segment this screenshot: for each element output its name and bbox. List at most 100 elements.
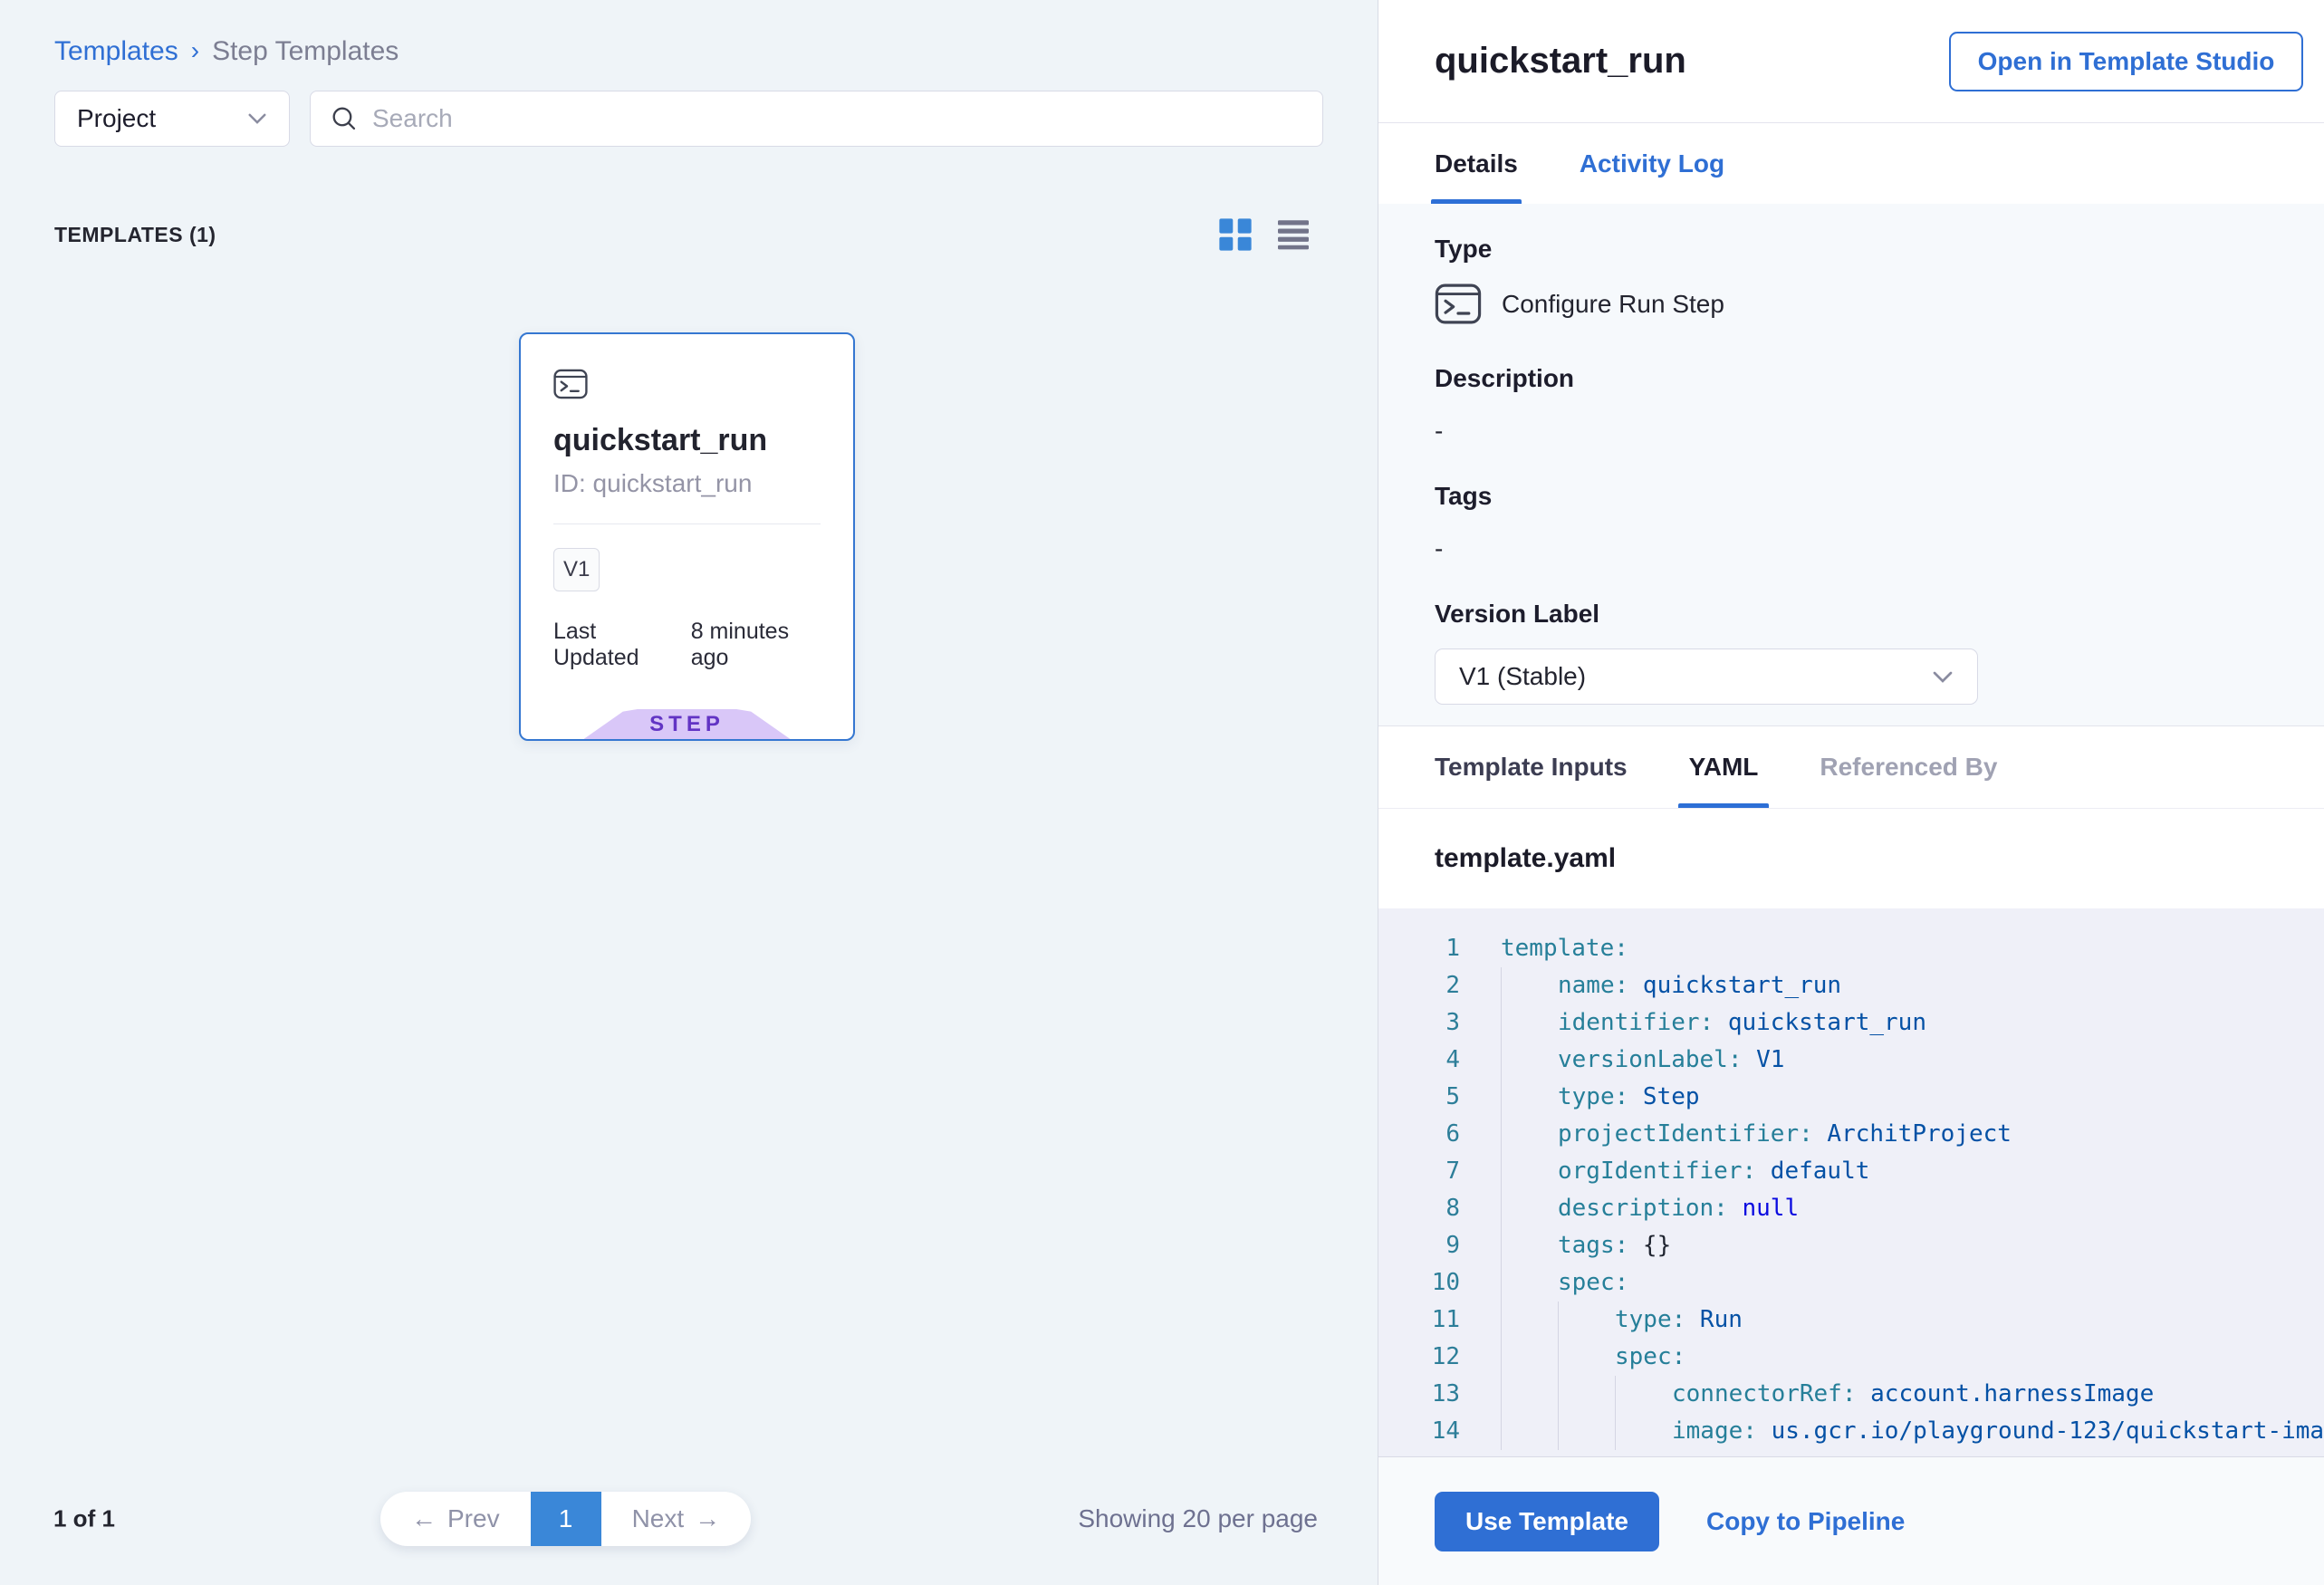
yaml-key: tags: xyxy=(1558,1227,1628,1264)
code-text: versionLabel: V1 xyxy=(1501,1042,1784,1079)
last-updated-row: Last Updated 8 minutes ago xyxy=(553,619,821,671)
pagination-bar: 1 of 1 ← Prev 1 Next → Showing 20 per pa… xyxy=(0,1492,1378,1546)
yaml-line-11: 11type: Run xyxy=(1378,1302,2324,1339)
indent-guide xyxy=(1558,1376,1615,1413)
type-label: Type xyxy=(1435,235,2296,264)
tab-yaml[interactable]: YAML xyxy=(1689,726,1759,808)
templates-count-label: TEMPLATES (1) xyxy=(54,223,216,247)
tab-activity-log[interactable]: Activity Log xyxy=(1580,123,1724,204)
yaml-line-10: 10spec: xyxy=(1378,1264,2324,1302)
yaml-line-14: 14image: us.gcr.io/playground-123/quicks… xyxy=(1378,1413,2324,1450)
version-select-value: V1 (Stable) xyxy=(1459,662,1586,691)
indent-guide xyxy=(1501,1376,1558,1413)
details-sub-tabs: Template Inputs YAML Referenced By xyxy=(1378,726,2324,809)
scope-selector[interactable]: Project xyxy=(54,91,290,147)
indent-guide xyxy=(1501,1264,1558,1302)
tab-template-inputs[interactable]: Template Inputs xyxy=(1435,726,1628,808)
yaml-key: type: xyxy=(1558,1079,1628,1116)
next-label: Next xyxy=(632,1504,685,1533)
yaml-key: connectorRef: xyxy=(1672,1376,1857,1413)
search-input[interactable] xyxy=(372,104,1302,133)
list-header: TEMPLATES (1) xyxy=(54,217,1311,252)
breadcrumb-templates-link[interactable]: Templates xyxy=(54,36,178,67)
line-number: 2 xyxy=(1378,967,1460,1004)
arrow-right-icon: → xyxy=(695,1504,720,1533)
description-value: - xyxy=(1435,417,2296,446)
filter-row: Project xyxy=(54,91,1323,147)
yaml-editor[interactable]: 1template:2name: quickstart_run3identifi… xyxy=(1378,908,2324,1457)
view-toggles xyxy=(1218,217,1311,252)
version-label-select[interactable]: V1 (Stable) xyxy=(1435,648,1978,705)
indent-guide xyxy=(1501,1413,1558,1450)
description-label: Description xyxy=(1435,364,2296,393)
last-updated-value: 8 minutes ago xyxy=(691,619,821,671)
tab-details[interactable]: Details xyxy=(1435,123,1518,204)
yaml-key: name: xyxy=(1558,967,1628,1004)
copy-to-pipeline-link[interactable]: Copy to Pipeline xyxy=(1706,1507,1905,1536)
yaml-key: identifier: xyxy=(1558,1004,1714,1042)
indent-guide xyxy=(1615,1413,1672,1450)
yaml-line-6: 6projectIdentifier: ArchitProject xyxy=(1378,1116,2324,1153)
breadcrumb-current: Step Templates xyxy=(212,36,399,67)
yaml-line-12: 12spec: xyxy=(1378,1339,2324,1376)
indent-guide xyxy=(1558,1302,1615,1339)
template-card[interactable]: quickstart_run ID: quickstart_run V1 Las… xyxy=(519,332,855,741)
search-box xyxy=(310,91,1323,147)
code-text: template: xyxy=(1501,930,1628,967)
yaml-key: template: xyxy=(1501,930,1628,967)
code-text: spec: xyxy=(1501,1339,1685,1376)
yaml-line-9: 9 tags: {} xyxy=(1378,1227,2324,1264)
yaml-value: ArchitProject xyxy=(1813,1116,2012,1153)
run-step-icon xyxy=(1435,283,1482,324)
indent-guide xyxy=(1501,1004,1558,1042)
indent-guide xyxy=(1501,967,1558,1004)
yaml-key: spec: xyxy=(1615,1339,1685,1376)
page-range-label: 1 of 1 xyxy=(53,1505,115,1533)
line-number: 10 xyxy=(1378,1264,1460,1302)
yaml-key: description: xyxy=(1558,1190,1728,1227)
indent-guide xyxy=(1501,1227,1558,1264)
open-template-studio-button[interactable]: Open in Template Studio xyxy=(1949,32,2304,91)
page-number-button[interactable]: 1 xyxy=(531,1492,601,1546)
yaml-line-7: 7orgIdentifier: default xyxy=(1378,1153,2324,1190)
use-template-button[interactable]: Use Template xyxy=(1435,1492,1659,1551)
details-title: quickstart_run xyxy=(1435,41,1686,82)
tags-label: Tags xyxy=(1435,482,2296,511)
line-number: 9 xyxy=(1378,1227,1460,1264)
yaml-line-5: 5type: Step xyxy=(1378,1079,2324,1116)
prev-page-button[interactable]: ← Prev xyxy=(380,1492,531,1546)
next-page-button[interactable]: Next → xyxy=(601,1492,752,1546)
yaml-key: image: xyxy=(1672,1413,1757,1450)
tab-referenced-by[interactable]: Referenced By xyxy=(1820,726,1997,808)
step-kind-ribbon: STEP xyxy=(584,709,791,739)
list-view-icon[interactable] xyxy=(1276,219,1311,250)
code-text: description: null xyxy=(1501,1190,1799,1227)
app: Templates › Step Templates Project TEMPL… xyxy=(0,0,2324,1585)
grid-view-icon[interactable] xyxy=(1218,217,1253,252)
indent-guide xyxy=(1501,1302,1558,1339)
indent-guide xyxy=(1615,1376,1672,1413)
yaml-value: account.harnessImage xyxy=(1857,1376,2155,1413)
indent-guide xyxy=(1501,1339,1558,1376)
page-size-label: Showing 20 per page xyxy=(1078,1504,1318,1533)
yaml-line-2: 2name: quickstart_run xyxy=(1378,967,2324,1004)
code-text: tags: {} xyxy=(1501,1227,1671,1264)
prev-label: Prev xyxy=(447,1504,500,1533)
details-actions: Use Template Copy to Pipeline xyxy=(1378,1457,2324,1585)
code-text: image: us.gcr.io/playground-123/quicksta… xyxy=(1501,1413,2324,1450)
yaml-line-13: 13 connectorRef: account.harnessImage xyxy=(1378,1376,2324,1413)
yaml-key: projectIdentifier: xyxy=(1558,1116,1813,1153)
chevron-down-icon xyxy=(1932,670,1954,684)
indent-guide xyxy=(1501,1190,1558,1227)
details-fields: Type Configure Run Step Description - Ta… xyxy=(1378,204,2324,726)
line-number: 13 xyxy=(1378,1376,1460,1413)
indent-guide xyxy=(1501,1079,1558,1116)
yaml-value: Step xyxy=(1628,1079,1699,1116)
yaml-value: us.gcr.io/playground-123/quickstart-imag… xyxy=(1757,1413,2324,1450)
line-number: 3 xyxy=(1378,1004,1460,1042)
tags-value: - xyxy=(1435,534,2296,563)
yaml-value: default xyxy=(1756,1153,1869,1190)
yaml-filename: template.yaml xyxy=(1435,843,1616,874)
yaml-line-1: 1template: xyxy=(1378,930,2324,967)
yaml-file-header: template.yaml xyxy=(1378,809,2324,908)
